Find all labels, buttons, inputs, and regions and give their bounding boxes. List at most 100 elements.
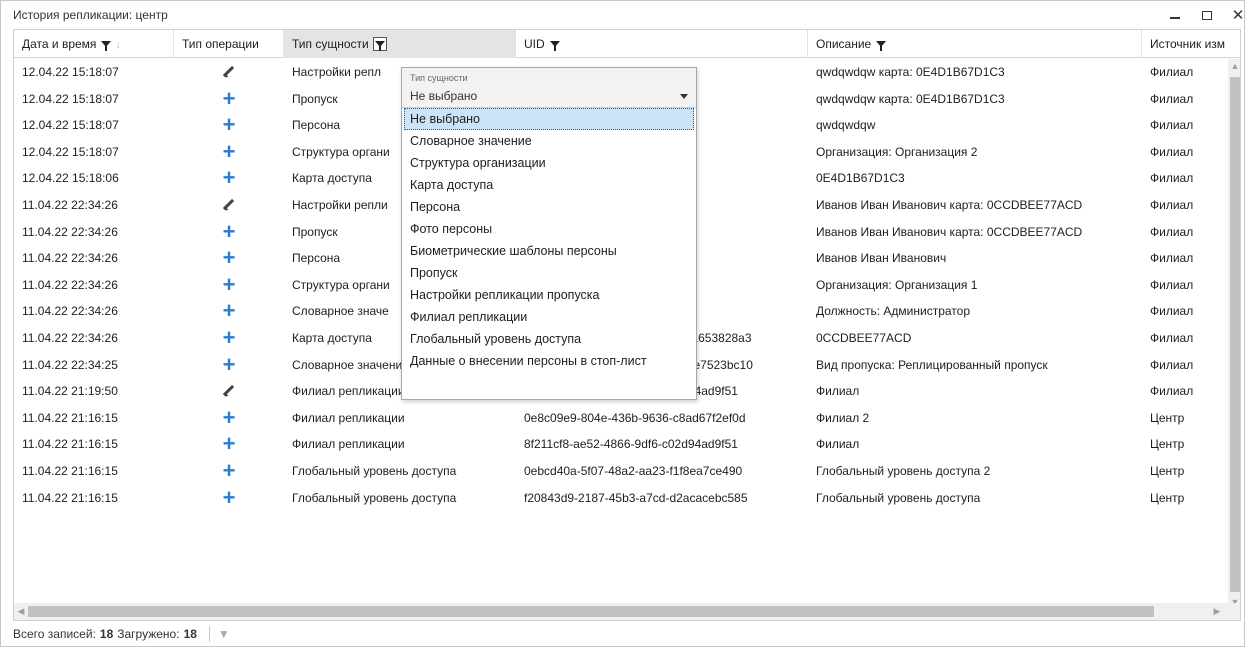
cell-datetime: 11.04.22 22:34:26 [22, 198, 118, 212]
cell-description: Глобальный уровень доступа 2 [816, 464, 991, 478]
vertical-scrollbar[interactable]: ▲ ▼ [1228, 59, 1240, 609]
filter-option[interactable]: Данные о внесении персоны в стоп-лист [404, 350, 694, 372]
filter-button-active[interactable] [372, 36, 387, 51]
cell-description: Филиал [816, 384, 860, 399]
plus-icon: + [174, 485, 284, 511]
plus-icon: + [174, 458, 284, 484]
cell-datetime: 11.04.22 21:16:15 [22, 464, 118, 478]
scroll-thumb[interactable] [1230, 77, 1240, 592]
filter-option[interactable]: Филиал репликации [404, 306, 694, 328]
column-label: Тип сущности [292, 37, 369, 51]
cell-source: Центр [1150, 490, 1185, 505]
cell-description: qwdqwdqw [816, 118, 876, 133]
cell-datetime: 12.04.22 15:18:07 [22, 65, 119, 79]
plus-icon: + [222, 431, 236, 457]
pencil-icon [174, 59, 284, 85]
scroll-left-icon[interactable]: ◀ [14, 603, 28, 620]
filter-option[interactable]: Не выбрано [404, 108, 694, 130]
cell-source: Филиал [1150, 91, 1194, 106]
close-button[interactable]: ✕ [1224, 5, 1245, 25]
column-header-entity-type[interactable]: Тип сущности [284, 30, 516, 58]
divider [208, 626, 210, 642]
cell-datetime: 12.04.22 15:18:07 [22, 91, 119, 106]
loaded-label: Загружено: [117, 627, 180, 641]
cell-datetime: 12.04.22 15:18:07 [22, 144, 119, 159]
scroll-thumb[interactable] [28, 606, 1154, 617]
plus-icon: + [222, 138, 236, 164]
cell-datetime: 11.04.22 21:16:15 [22, 490, 118, 505]
cell-source: Филиал [1150, 277, 1194, 292]
filter-icon[interactable] [876, 40, 887, 51]
filter-icon[interactable] [101, 40, 112, 51]
filter-combobox[interactable]: Не выбрано [410, 86, 692, 103]
load-more-icon[interactable]: ▼ [218, 627, 230, 641]
filter-option[interactable]: Персона [404, 196, 694, 218]
plus-icon: + [222, 484, 236, 510]
replication-history-window: История репликации: центр ✕ Дата и время… [0, 0, 1245, 647]
window-title: История репликации: центр [13, 8, 168, 22]
minimize-button[interactable] [1161, 5, 1189, 25]
plus-icon: + [222, 404, 236, 430]
table-row[interactable]: 11.04.22 21:16:15 Глобальный уровень дост… [14, 485, 1240, 511]
cell-datetime: 11.04.22 22:34:26 [22, 251, 118, 266]
cell-description: Иванов Иван Иванович [816, 251, 947, 266]
scroll-right-icon[interactable]: ▶ [1210, 603, 1224, 620]
pencil-icon [223, 199, 235, 211]
maximize-icon [1202, 10, 1212, 20]
cell-source: Филиал [1150, 144, 1194, 159]
cell-description: Иванов Иван Иванович карта: 0CCDBEE77ACD [816, 198, 1083, 212]
cell-description: qwdqwdqw карта: 0E4D1B67D1C3 [816, 65, 1005, 79]
table-row[interactable]: 11.04.22 21:16:15 Глобальный уровень дост… [14, 458, 1240, 484]
maximize-button[interactable] [1193, 5, 1221, 25]
status-bar: Всего записей: 18 Загружено: 18 ▼ [13, 623, 1241, 645]
cell-uid: f20843d9-2187-45b3-a7cd-d2acacebc585 [524, 490, 748, 505]
cell-source: Филиал [1150, 171, 1194, 186]
filter-option[interactable]: Настройки репликации пропуска [404, 284, 694, 306]
filter-caption: Тип сущности [410, 73, 468, 83]
cell-source: Центр [1150, 410, 1185, 425]
horizontal-scrollbar[interactable]: ◀ ▶ [14, 603, 1240, 620]
plus-icon: + [222, 85, 236, 111]
filter-option[interactable]: Фото персоны [404, 218, 694, 240]
minimize-icon [1170, 17, 1180, 19]
column-header-uid[interactable]: UID [516, 30, 808, 58]
plus-icon: + [174, 86, 284, 112]
title-bar: История репликации: центр ✕ [1, 1, 1244, 29]
filter-option[interactable]: Структура организации [404, 152, 694, 174]
cell-source: Филиал [1150, 331, 1194, 345]
plus-icon: + [174, 112, 284, 138]
filter-option[interactable]: Глобальный уровень доступа [404, 328, 694, 350]
loaded-count: 18 [183, 627, 197, 641]
pencil-icon [174, 192, 284, 218]
column-header-description[interactable]: Описание [808, 30, 1142, 58]
column-header-datetime[interactable]: Дата и время ↓ [14, 30, 174, 58]
cell-description: Глобальный уровень доступа [816, 490, 981, 505]
filter-option[interactable]: Карта доступа [404, 174, 694, 196]
plus-icon: + [222, 218, 236, 244]
cell-datetime: 11.04.22 22:34:26 [22, 277, 118, 292]
chevron-down-icon[interactable] [680, 94, 688, 99]
table-row[interactable]: 11.04.22 21:16:15 Филиал репликации 8f211c… [14, 431, 1240, 457]
total-label: Всего записей: [13, 627, 96, 641]
scroll-up-icon[interactable]: ▲ [1228, 59, 1240, 73]
filter-icon[interactable] [549, 40, 560, 51]
column-header-operation[interactable]: Тип операции [174, 30, 284, 58]
total-count: 18 [99, 627, 114, 641]
filter-option[interactable]: Биометрические шаблоны персоны [404, 240, 694, 262]
cell-description: Иванов Иван Иванович карта: 0CCDBEE77ACD [816, 224, 1083, 239]
filter-option[interactable]: Пропуск [404, 262, 694, 284]
sort-down-icon[interactable]: ↓ [115, 31, 121, 58]
plus-icon: + [174, 405, 284, 431]
cell-description: Должность: Администратор [816, 304, 970, 319]
cell-uid: 0e8c09e9-804e-436b-9636-c8ad67f2ef0d [524, 410, 746, 425]
filter-option[interactable]: Словарное значение [404, 130, 694, 152]
cell-datetime: 11.04.22 21:19:50 [22, 384, 118, 399]
cell-source: Центр [1150, 437, 1185, 452]
plus-icon: + [174, 139, 284, 165]
plus-icon: + [174, 272, 284, 298]
cell-datetime: 11.04.22 21:16:15 [22, 410, 118, 425]
plus-icon: + [222, 458, 236, 483]
column-header-source[interactable]: Источник изм [1142, 30, 1240, 58]
cell-entity-type: Филиал репликации [292, 410, 405, 425]
table-row[interactable]: 11.04.22 21:16:15 Филиал репликации 0e8c09… [14, 405, 1240, 431]
